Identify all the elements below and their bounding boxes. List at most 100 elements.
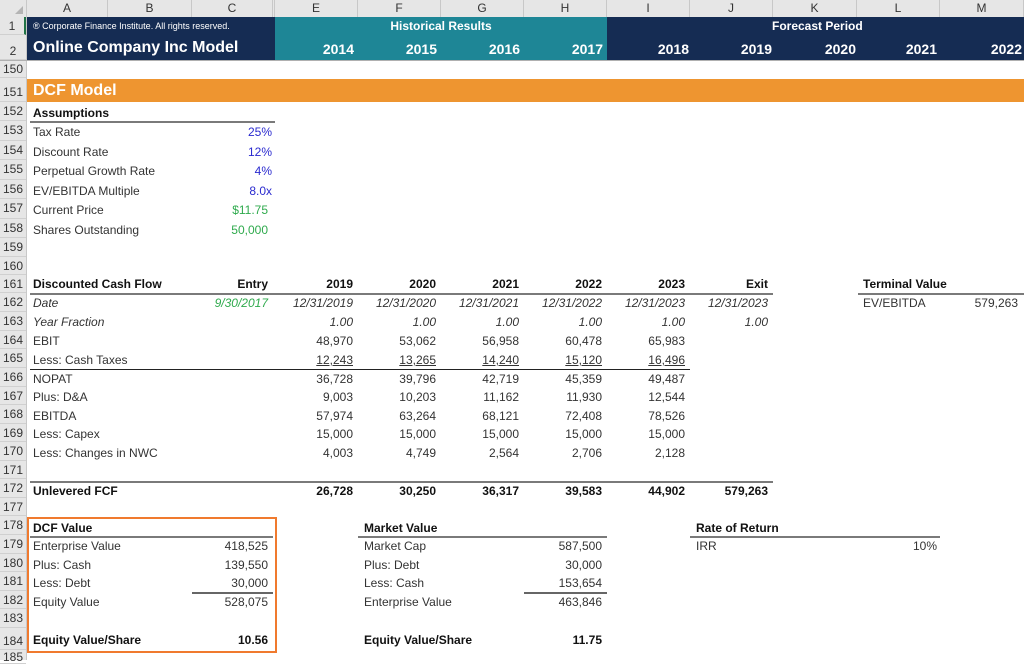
dcf-row-value: 13,265 <box>399 353 436 367</box>
dcf-value-label: Enterprise Value <box>33 539 121 553</box>
column-header-j[interactable]: J <box>690 0 773 17</box>
dcf-row-value: 45,359 <box>565 371 602 386</box>
year-2019: 2019 <box>740 41 772 57</box>
model-title: Online Company Inc Model <box>33 39 239 56</box>
row-header[interactable]: 178 <box>0 516 26 535</box>
entry-date[interactable]: 9/30/2017 <box>192 294 268 313</box>
row-header[interactable]: 183 <box>0 609 26 628</box>
period-date: 12/31/2022 <box>541 296 602 310</box>
row-header[interactable]: 185 <box>0 650 26 664</box>
dcf-row-value: 2,564 <box>488 445 519 460</box>
dcf-row-value: 9,003 <box>322 390 353 404</box>
dcf-row-value: 4,003 <box>322 445 353 460</box>
row-header[interactable]: 162 <box>0 293 26 312</box>
dcf-row-value: 11,162 <box>483 390 519 404</box>
dcf-row-value: 60,478 <box>565 334 602 348</box>
row-header[interactable]: 172 <box>0 479 26 498</box>
dcf-col-2023: 2023 <box>658 277 685 291</box>
column-header-g[interactable]: G <box>441 0 524 17</box>
period-date: 12/31/2023 <box>624 296 685 310</box>
row-header[interactable]: 181 <box>0 572 26 591</box>
row-header[interactable]: 158 <box>0 219 26 238</box>
row-header[interactable]: 169 <box>0 424 26 442</box>
year-2017: 2017 <box>571 41 603 57</box>
column-header-f[interactable]: F <box>358 0 441 17</box>
column-header-i[interactable]: I <box>607 0 690 17</box>
row-header[interactable]: 1 <box>0 17 26 35</box>
dcf-row-value: 15,000 <box>482 427 519 441</box>
row-header[interactable]: 166 <box>0 368 26 387</box>
section-banner <box>27 79 1024 102</box>
dcf-row-value: 12,544 <box>648 390 685 404</box>
row-header[interactable]: 167 <box>0 387 26 405</box>
dcf-value-label: Plus: Cash <box>33 557 92 572</box>
forecast-period-text: Forecast Period <box>772 19 863 33</box>
assumption-label: Tax Rate <box>33 125 81 139</box>
column-header-b[interactable]: B <box>108 0 192 17</box>
assumption-value[interactable]: 25% <box>192 123 272 143</box>
row-header[interactable]: 180 <box>0 554 26 572</box>
historical-results-label: Historical Results <box>390 19 492 33</box>
row-header[interactable]: 2 <box>0 35 26 60</box>
row-header[interactable]: 164 <box>0 331 26 349</box>
row-header[interactable]: 156 <box>0 180 26 199</box>
dcf-row-value: 48,970 <box>316 334 353 348</box>
row-header[interactable]: 179 <box>0 535 26 554</box>
row-header[interactable]: 161 <box>0 275 26 293</box>
row-header[interactable]: 150 <box>0 60 26 78</box>
dcf-row-value: 65,983 <box>648 334 685 348</box>
market-value-heading: Market Value <box>364 521 438 535</box>
row-header[interactable]: 160 <box>0 257 26 275</box>
dcf-row-value: 16,496 <box>648 353 685 367</box>
select-all-corner[interactable] <box>0 0 27 17</box>
row-header[interactable]: 177 <box>0 498 26 516</box>
terminal-value-heading: Terminal Value <box>863 277 947 291</box>
fcf-label: Unlevered FCF <box>33 484 118 498</box>
fcf-exit-value: 579,263 <box>724 484 768 498</box>
fcf-value: 30,250 <box>399 484 436 498</box>
row-header[interactable]: 157 <box>0 199 26 219</box>
row-header[interactable]: 171 <box>0 461 26 479</box>
assumption-value[interactable]: 4% <box>192 162 272 182</box>
assumption-value[interactable]: 8.0x <box>192 182 272 202</box>
column-header-h[interactable]: H <box>524 0 607 17</box>
year-fraction: 1.00 <box>578 315 602 329</box>
period-date: 12/31/2021 <box>458 296 519 310</box>
row-header[interactable]: 170 <box>0 442 26 461</box>
column-header-c[interactable]: C <box>192 0 275 17</box>
column-header-a[interactable]: A <box>27 0 108 17</box>
dcf-row-label: Plus: D&A <box>33 390 88 404</box>
dcf-row-label: Less: Changes in NWC <box>33 445 158 460</box>
dcf-col-2022: 2022 <box>575 277 602 291</box>
year-2020: 2020 <box>824 41 856 57</box>
row-header[interactable]: 159 <box>0 238 26 257</box>
row-header[interactable]: 154 <box>0 141 26 160</box>
row-header[interactable]: 182 <box>0 591 26 609</box>
year-fraction: 1.00 <box>329 315 353 329</box>
dcf-row-value: 14,240 <box>482 353 519 367</box>
row-header[interactable]: 163 <box>0 312 26 331</box>
assumption-value[interactable]: 50,000 <box>192 221 268 241</box>
assumption-value[interactable]: 12% <box>192 143 272 163</box>
column-header-l[interactable]: L <box>857 0 940 17</box>
column-header-k[interactable]: K <box>773 0 857 17</box>
year-fraction: 1.00 <box>744 315 768 329</box>
market-per-share-label: Equity Value/Share <box>364 633 473 647</box>
nopat-separator <box>30 369 690 370</box>
row-header[interactable]: 152 <box>0 102 26 121</box>
year-2022: 2022 <box>990 41 1022 57</box>
assumption-value[interactable]: $11.75 <box>192 201 268 221</box>
column-header-e[interactable]: E <box>275 0 358 17</box>
row-header[interactable]: 155 <box>0 160 26 180</box>
row-header[interactable]: 184 <box>0 628 26 650</box>
row-header[interactable]: 153 <box>0 121 26 141</box>
column-header-m[interactable]: M <box>940 0 1024 17</box>
row-header[interactable]: 165 <box>0 349 26 368</box>
row-header[interactable]: 151 <box>0 78 26 102</box>
year-2015: 2015 <box>405 41 437 57</box>
assumption-label: Shares Outstanding <box>33 222 140 237</box>
market-value-amount: 463,846 <box>558 595 602 609</box>
dcf-row-value: 36,728 <box>316 371 353 386</box>
row-header[interactable]: 168 <box>0 405 26 424</box>
period-date: 12/31/2019 <box>292 296 353 310</box>
